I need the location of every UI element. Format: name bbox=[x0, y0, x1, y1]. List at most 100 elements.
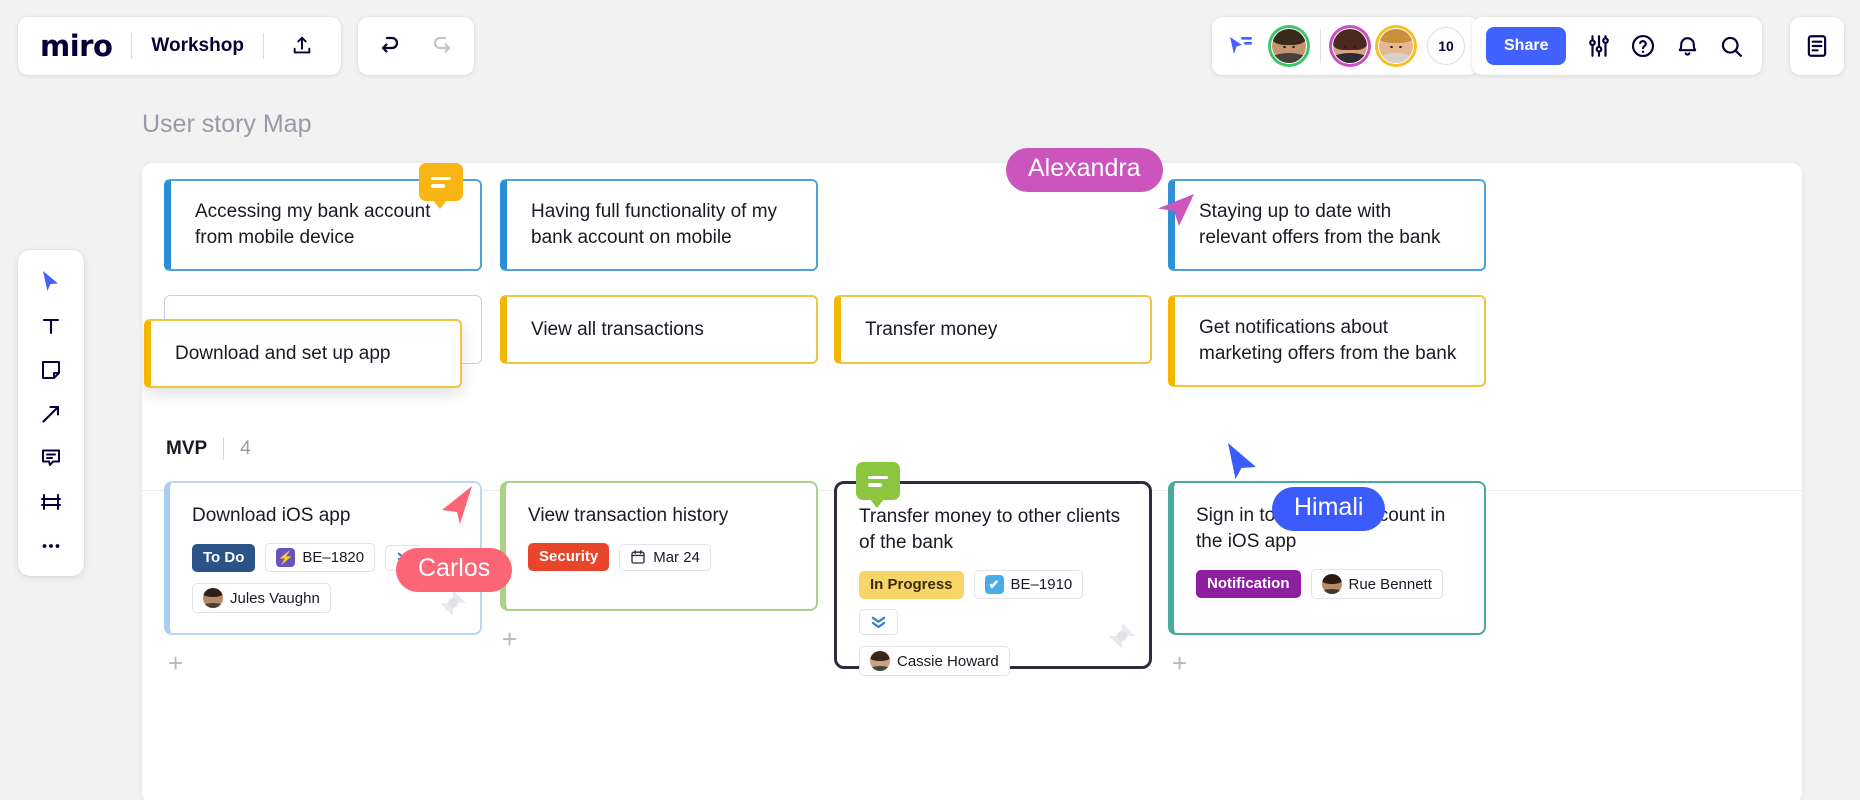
add-card-button[interactable]: + bbox=[1172, 650, 1187, 676]
comment-lines-icon bbox=[868, 475, 888, 487]
story-card-download-and-set-up-app[interactable]: Download and set up app bbox=[144, 319, 462, 388]
board-identity-group: miro Workshop bbox=[18, 17, 341, 75]
jira-watermark bbox=[440, 590, 466, 621]
story-card-transfer-money[interactable]: Transfer money bbox=[834, 295, 1152, 364]
story-card-text: Accessing my bank account from mobile de… bbox=[195, 201, 431, 248]
cursor-pointer-icon bbox=[1154, 190, 1196, 233]
story-card-text: Get notifications about marketing offers… bbox=[1199, 317, 1457, 364]
history-group bbox=[358, 17, 474, 75]
cursor-pointer-icon bbox=[1224, 441, 1260, 486]
story-card-staying-up-to-date[interactable]: Staying up to date with relevant offers … bbox=[1168, 179, 1486, 271]
add-card-button[interactable]: + bbox=[168, 650, 183, 676]
page-title: User story Map bbox=[142, 110, 312, 138]
story-card-text: Transfer money bbox=[865, 318, 998, 340]
task-card-view-transaction-history[interactable]: View transaction history Security Mar 24 bbox=[500, 481, 818, 611]
assignee-chip[interactable]: Jules Vaughn bbox=[192, 583, 331, 614]
task-card-transfer-money-other-clients[interactable]: Transfer money to other clients of the b… bbox=[834, 481, 1152, 677]
assignee-name: Rue Bennett bbox=[1348, 575, 1432, 593]
notes-panel-icon[interactable] bbox=[1790, 17, 1844, 75]
sliders-icon[interactable] bbox=[1580, 27, 1618, 65]
more-horizontal-icon[interactable] bbox=[29, 528, 73, 564]
ticket-id: BE–1910 bbox=[1010, 576, 1073, 594]
swimlane-count: 4 bbox=[240, 438, 251, 459]
comment-icon[interactable] bbox=[29, 440, 73, 476]
divider bbox=[223, 438, 225, 460]
arrow-icon[interactable] bbox=[29, 396, 73, 432]
top-bar: miro Workshop 10 Share bbox=[0, 0, 1860, 86]
bell-icon[interactable] bbox=[1668, 27, 1706, 65]
comment-lines-icon bbox=[431, 176, 451, 188]
divider bbox=[262, 33, 264, 59]
task-title: View transaction history bbox=[528, 505, 729, 526]
collaborator-name-label: Carlos bbox=[396, 548, 513, 592]
divider bbox=[131, 33, 133, 59]
status-badge[interactable]: Security bbox=[528, 543, 610, 572]
task-title: Download iOS app bbox=[192, 505, 351, 526]
share-button[interactable]: Share bbox=[1486, 27, 1567, 65]
assignee-chip[interactable]: Rue Bennett bbox=[1310, 569, 1443, 600]
avatar[interactable] bbox=[1375, 25, 1417, 67]
collaborator-cursor-himali: Himali bbox=[1228, 443, 1386, 531]
story-card-text: Download and set up app bbox=[175, 342, 391, 364]
collaborator-cursor-carlos: Carlos bbox=[396, 486, 513, 592]
cursor-select-icon[interactable] bbox=[29, 264, 73, 300]
actions-group: Share bbox=[1472, 17, 1763, 75]
avatar bbox=[870, 651, 890, 672]
story-card-view-all-transactions[interactable]: View all transactions bbox=[500, 295, 818, 364]
divider bbox=[1320, 29, 1321, 63]
upload-icon[interactable] bbox=[283, 27, 321, 65]
collaborator-name-label: Himali bbox=[1272, 487, 1386, 531]
help-circle-icon[interactable] bbox=[1624, 27, 1662, 65]
board-canvas: Accessing my bank account from mobile de… bbox=[142, 163, 1802, 800]
task-title: Transfer money to other clients of the b… bbox=[859, 506, 1121, 554]
assignee-chip[interactable]: Cassie Howard bbox=[859, 646, 1010, 677]
swimlane-header: MVP 4 bbox=[166, 438, 251, 460]
comment-badge-green[interactable] bbox=[856, 462, 900, 508]
miro-logo[interactable]: miro bbox=[40, 31, 113, 61]
collaborators-group: 10 bbox=[1212, 17, 1479, 75]
avatar[interactable] bbox=[1329, 25, 1371, 67]
task-check-icon: ✔ bbox=[984, 575, 1004, 595]
priority-lowest-icon[interactable] bbox=[859, 609, 898, 636]
assignee-name: Jules Vaughn bbox=[230, 589, 320, 607]
calendar-icon bbox=[630, 549, 646, 565]
story-card-get-notifications[interactable]: Get notifications about marketing offers… bbox=[1168, 295, 1486, 387]
collaborator-cursor-alexandra: Alexandra bbox=[1006, 148, 1194, 226]
undo-icon[interactable] bbox=[372, 27, 410, 65]
avatar[interactable] bbox=[1268, 25, 1310, 67]
task-meta-row: Notification Rue Bennett bbox=[1196, 569, 1462, 600]
search-icon[interactable] bbox=[1712, 27, 1750, 65]
ticket-id: BE–1820 bbox=[302, 549, 365, 567]
assignee-name: Cassie Howard bbox=[897, 652, 999, 670]
collaborator-name-label: Alexandra bbox=[1006, 148, 1163, 192]
left-toolbar bbox=[18, 250, 84, 576]
board-name[interactable]: Workshop bbox=[151, 35, 244, 57]
status-badge[interactable]: To Do bbox=[192, 543, 256, 572]
story-card-text: Staying up to date with relevant offers … bbox=[1199, 201, 1441, 248]
status-badge[interactable]: Notification bbox=[1196, 570, 1301, 599]
status-badge[interactable]: In Progress bbox=[859, 570, 964, 599]
avatar bbox=[203, 588, 223, 609]
swimlane-name[interactable]: MVP bbox=[166, 438, 207, 460]
redo-icon[interactable] bbox=[422, 27, 460, 65]
story-card-full-functionality[interactable]: Having full functionality of my bank acc… bbox=[500, 179, 818, 271]
frame-icon[interactable] bbox=[29, 484, 73, 520]
jira-watermark bbox=[1109, 623, 1135, 654]
ticket-chip[interactable]: ⚡ BE–1820 bbox=[265, 543, 376, 573]
comment-badge-yellow[interactable] bbox=[419, 163, 463, 209]
due-date-label: Mar 24 bbox=[653, 548, 700, 566]
sticky-note-icon[interactable] bbox=[29, 352, 73, 388]
miro-board-app: miro Workshop 10 Share User story Map Ac… bbox=[0, 0, 1860, 800]
ticket-chip[interactable]: ✔ BE–1910 bbox=[973, 570, 1084, 600]
add-card-button[interactable]: + bbox=[502, 626, 517, 652]
story-card-text: View all transactions bbox=[531, 318, 704, 340]
cursor-pointer-icon bbox=[438, 484, 476, 531]
collaborator-count[interactable]: 10 bbox=[1427, 27, 1465, 65]
task-meta-row: In Progress ✔ BE–1910 bbox=[859, 570, 1127, 636]
story-card-text: Having full functionality of my bank acc… bbox=[531, 201, 778, 248]
due-date-chip[interactable]: Mar 24 bbox=[619, 543, 711, 571]
text-icon[interactable] bbox=[29, 308, 73, 344]
jira-icon: ⚡ bbox=[276, 548, 296, 568]
presence-cursor-icon[interactable] bbox=[1228, 35, 1254, 57]
task-meta-row: Security Mar 24 bbox=[528, 543, 794, 572]
